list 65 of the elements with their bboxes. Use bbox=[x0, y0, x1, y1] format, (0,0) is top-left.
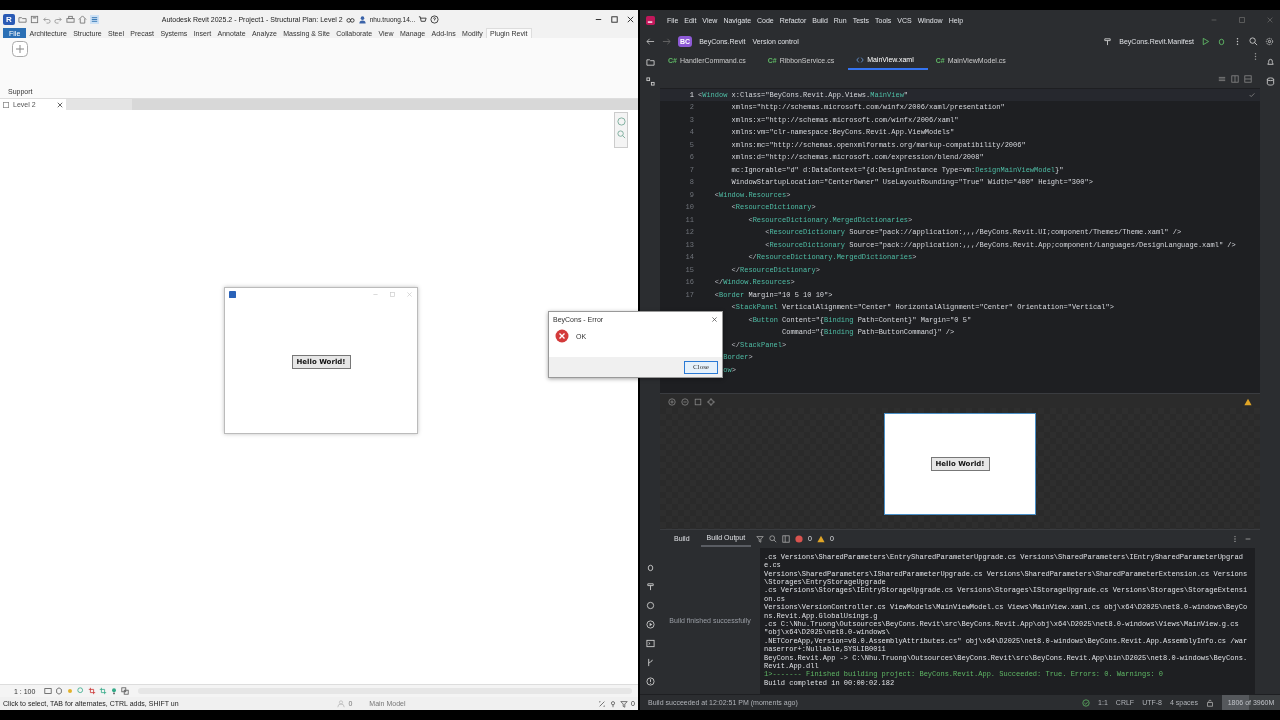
check-icon bbox=[1248, 90, 1256, 99]
save-icon[interactable] bbox=[29, 14, 39, 24]
zoom-in-icon[interactable] bbox=[668, 398, 676, 407]
maximize-icon[interactable] bbox=[610, 14, 619, 24]
structure-icon[interactable] bbox=[645, 77, 655, 86]
hammer-icon[interactable] bbox=[645, 582, 655, 591]
close-icon[interactable] bbox=[626, 14, 635, 24]
list-icon[interactable] bbox=[89, 14, 99, 24]
bulb-icon[interactable] bbox=[110, 687, 119, 695]
error-icon[interactable] bbox=[795, 534, 804, 543]
close-icon[interactable] bbox=[57, 101, 63, 108]
cube-icon[interactable] bbox=[55, 687, 64, 695]
zoom-out-icon[interactable] bbox=[681, 398, 689, 407]
detail-level-icon[interactable] bbox=[44, 687, 53, 695]
user-icon[interactable] bbox=[357, 14, 367, 24]
pin-icon[interactable] bbox=[609, 699, 618, 708]
git-branch-icon[interactable] bbox=[645, 658, 655, 667]
editor-layout-icon[interactable] bbox=[1218, 74, 1226, 83]
maximize-icon[interactable] bbox=[1238, 16, 1246, 24]
folder-icon[interactable] bbox=[17, 14, 27, 24]
folder-icon[interactable] bbox=[645, 58, 655, 67]
app-icon bbox=[229, 290, 236, 298]
preview-icon[interactable] bbox=[1244, 74, 1252, 83]
app-logo[interactable]: R bbox=[3, 13, 15, 25]
search-icon[interactable] bbox=[769, 534, 778, 543]
back-arrow-icon[interactable] bbox=[646, 36, 655, 46]
panel-icon[interactable] bbox=[782, 534, 791, 543]
app-logo[interactable] bbox=[646, 15, 655, 25]
error-icon bbox=[555, 329, 569, 343]
lock-icon[interactable] bbox=[1206, 698, 1214, 707]
crop-icon[interactable] bbox=[88, 687, 97, 695]
bug-icon[interactable] bbox=[645, 563, 655, 572]
code-icon bbox=[856, 55, 865, 64]
run-icon[interactable] bbox=[1201, 36, 1210, 46]
warning-icon[interactable] bbox=[1244, 398, 1252, 407]
search-icon[interactable] bbox=[1249, 36, 1258, 46]
settings-icon[interactable] bbox=[1265, 36, 1274, 46]
check-circle-icon[interactable] bbox=[1082, 698, 1091, 707]
crop-region-icon[interactable] bbox=[99, 687, 108, 695]
bug-icon[interactable] bbox=[1217, 36, 1226, 46]
layers-icon[interactable] bbox=[121, 687, 130, 695]
filter-icon[interactable] bbox=[756, 534, 765, 543]
fit-icon[interactable] bbox=[694, 398, 702, 407]
add-button[interactable] bbox=[12, 41, 28, 57]
filter-icon[interactable] bbox=[620, 699, 629, 708]
run-icon[interactable] bbox=[645, 620, 655, 629]
help-icon[interactable] bbox=[430, 14, 440, 24]
steering-wheel-icon[interactable] bbox=[616, 117, 626, 126]
hammer-icon[interactable] bbox=[1103, 36, 1113, 46]
notification-icon[interactable] bbox=[1265, 58, 1275, 67]
navigation-bar[interactable] bbox=[614, 112, 628, 148]
link-icon[interactable] bbox=[598, 699, 607, 708]
home-icon[interactable] bbox=[77, 14, 87, 24]
warning-icon[interactable] bbox=[817, 534, 825, 543]
zoom-icon[interactable] bbox=[616, 130, 626, 139]
print-icon[interactable] bbox=[65, 14, 75, 24]
services-icon[interactable] bbox=[645, 601, 655, 610]
plan-view-icon bbox=[3, 101, 9, 108]
target-icon[interactable] bbox=[707, 398, 715, 407]
cart-icon[interactable] bbox=[418, 14, 428, 24]
forward-arrow-icon[interactable] bbox=[662, 36, 671, 46]
problems-icon[interactable] bbox=[645, 677, 655, 686]
terminal-icon[interactable] bbox=[645, 639, 655, 648]
database-icon[interactable] bbox=[1265, 77, 1275, 86]
split-view-icon[interactable] bbox=[1231, 74, 1239, 83]
